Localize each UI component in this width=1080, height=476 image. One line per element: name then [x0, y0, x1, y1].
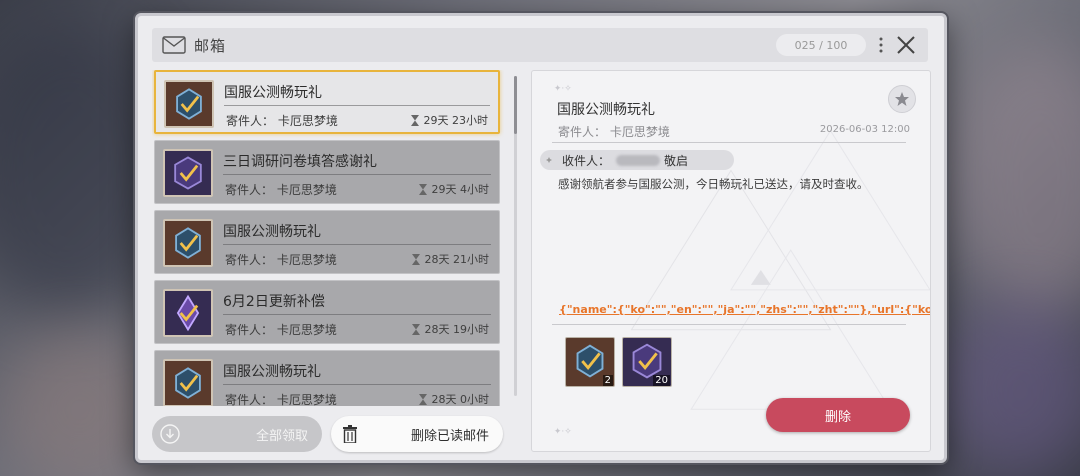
detail-title: 国服公测畅玩礼: [557, 102, 655, 118]
mail-expiry: 29天 23小时: [410, 112, 489, 128]
purple-gem-token-icon: [163, 149, 213, 197]
claim-all-label: 全部领取: [255, 428, 308, 444]
mail-detail-panel: ✦·✧ ✦·✧ 国服公测畅玩礼 寄件人： 卡厄思梦境 2026-06-03 12…: [531, 70, 931, 452]
trash-icon: [343, 425, 357, 443]
orange-gem-token-icon: [163, 219, 213, 267]
mail-list-item[interactable]: 国服公测畅玩礼 寄件人： 卡厄思梦境 29天 23小时: [154, 70, 500, 134]
recipient-pill: 收件人： 敬启: [540, 150, 734, 170]
mail-sender: 寄件人： 卡厄思梦境: [226, 114, 338, 128]
divider: [223, 174, 491, 175]
mail-expiry: 28天 21小时: [411, 251, 490, 267]
more-options-icon[interactable]: [878, 34, 884, 56]
hourglass-icon: [418, 183, 427, 195]
divider: [223, 314, 491, 315]
reward-item[interactable]: 20: [622, 337, 672, 387]
divider: [223, 384, 491, 385]
orange-gem-token-icon: [164, 80, 214, 128]
sparkle-icon: [546, 157, 552, 163]
svg-text:✦·✧: ✦·✧: [554, 84, 572, 94]
reward-count: 2: [602, 375, 613, 386]
mail-title: 国服公测畅玩礼: [223, 224, 321, 240]
close-icon[interactable]: [894, 33, 918, 57]
reward-count: 20: [653, 375, 670, 386]
purple-crystal-token-icon: [163, 289, 213, 337]
hourglass-icon: [418, 393, 427, 405]
detail-sender: 寄件人： 卡厄思梦境: [558, 125, 670, 139]
background-blur: [940, 300, 1080, 476]
mail-expiry-text: 29天 4小时: [431, 183, 490, 196]
divider: [224, 105, 490, 106]
recipient-label: 收件人：: [562, 153, 611, 168]
mail-list-item[interactable]: 6月2日更新补偿 寄件人： 卡厄思梦境 28天 19小时: [154, 280, 500, 344]
recipient-suffix: 敬启: [664, 153, 689, 168]
claim-all-button[interactable]: 全部领取: [152, 416, 322, 452]
recipient-name-redacted: [616, 154, 661, 166]
reward-item[interactable]: 2: [565, 337, 615, 387]
mail-title: 国服公测畅玩礼: [224, 85, 322, 101]
mail-list-item[interactable]: 国服公测畅玩礼 寄件人： 卡厄思梦境 28天 0小时: [154, 350, 500, 406]
hourglass-icon: [411, 323, 420, 335]
delete-button[interactable]: 删除: [766, 398, 910, 432]
mail-count-badge: 025 / 100: [776, 34, 866, 56]
divider: [552, 142, 906, 143]
page-title: 邮箱: [194, 36, 227, 55]
background-blur: [950, 40, 1080, 320]
divider: [552, 324, 906, 325]
download-icon: [160, 424, 180, 444]
hourglass-icon: [411, 253, 420, 265]
mail-expiry: 29天 4小时: [418, 181, 490, 197]
mail-expiry-text: 28天 0小时: [431, 393, 490, 406]
mail-title: 6月2日更新补偿: [223, 294, 325, 310]
orange-gem-token-icon: [163, 359, 213, 406]
mail-sender: 寄件人： 卡厄思梦境: [225, 253, 337, 267]
mail-title: 国服公测畅玩礼: [223, 364, 321, 380]
delete-read-label: 删除已读邮件: [410, 428, 489, 444]
mail-expiry: 28天 19小时: [411, 321, 490, 337]
delete-read-button[interactable]: 删除已读邮件: [331, 416, 503, 452]
mail-title: 三日调研问卷填答感谢礼: [223, 154, 377, 170]
mail-sender: 寄件人： 卡厄思梦境: [225, 323, 337, 337]
mailbox-header: 邮箱 025 / 100: [152, 28, 928, 62]
scrollbar-thumb[interactable]: [514, 76, 517, 134]
detail-date: 2026-06-03 12:00: [819, 124, 910, 135]
detail-body: 感谢领航者参与国服公测，今日畅玩礼已送达，请及时查收。: [558, 177, 869, 191]
divider: [223, 244, 491, 245]
mail-sender: 寄件人： 卡厄思梦境: [225, 183, 337, 197]
detail-link[interactable]: {"name":{"ko":"","en":"","ja":"","zhs":"…: [559, 303, 930, 316]
mail-list-scrollbar[interactable]: [514, 76, 517, 396]
mailbox-window: 邮箱 025 / 100 国服公测畅玩礼 寄件人： 卡厄思梦境 29天 23小时: [135, 13, 947, 463]
svg-text:✦·✧: ✦·✧: [554, 427, 572, 437]
mail-list-item[interactable]: 三日调研问卷填答感谢礼 寄件人： 卡厄思梦境 29天 4小时: [154, 140, 500, 204]
mail-expiry-text: 29天 23小时: [423, 114, 489, 127]
mail-sender: 寄件人： 卡厄思梦境: [225, 393, 337, 406]
favorite-button[interactable]: [888, 85, 916, 113]
hourglass-icon: [410, 114, 419, 126]
mail-expiry: 28天 0小时: [418, 391, 490, 406]
mail-expiry-text: 28天 21小时: [424, 253, 490, 266]
mail-expiry-text: 28天 19小时: [424, 323, 490, 336]
mail-list-item[interactable]: 国服公测畅玩礼 寄件人： 卡厄思梦境 28天 21小时: [154, 210, 500, 274]
star-icon: [895, 92, 909, 106]
mail-list[interactable]: 国服公测畅玩礼 寄件人： 卡厄思梦境 29天 23小时 三日调研问卷填答感谢礼 …: [152, 70, 504, 406]
mail-icon: [162, 36, 186, 54]
